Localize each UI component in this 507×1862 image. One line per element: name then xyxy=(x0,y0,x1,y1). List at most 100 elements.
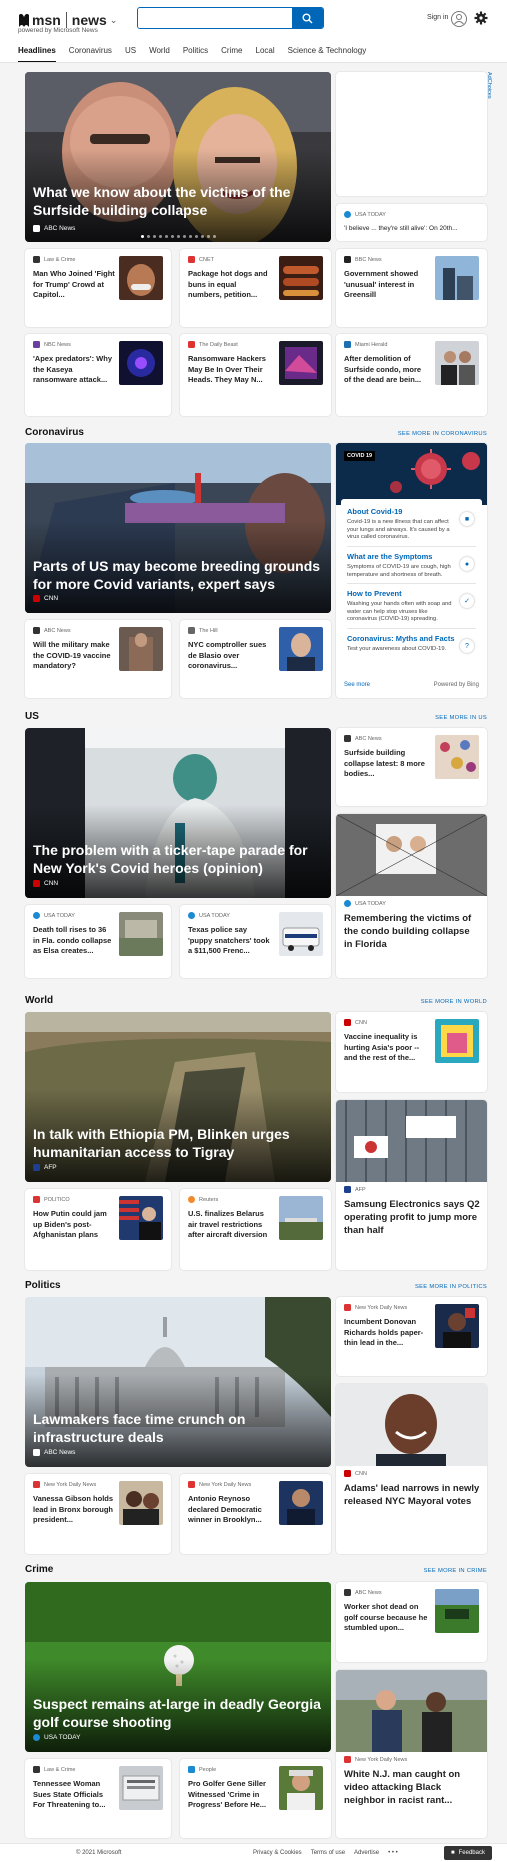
big-news-card[interactable]: USA TODAY Remembering the victims of the… xyxy=(336,814,487,978)
faq-title[interactable]: What are the Symptoms xyxy=(347,552,472,561)
card-title[interactable]: Ransomware Hackers May Be In Over Their … xyxy=(188,354,272,386)
see-more-us-link[interactable]: SEE MORE IN US xyxy=(435,715,487,721)
people-logo-icon xyxy=(188,1766,195,1773)
politics-hero[interactable]: Lawmakers face time crunch on infrastruc… xyxy=(25,1297,331,1467)
card-title[interactable]: How Putin could jam up Biden's post-Afgh… xyxy=(33,1209,115,1241)
card-title[interactable]: Vanessa Gibson holds lead in Bronx borou… xyxy=(33,1494,115,1526)
world-hero[interactable]: In talk with Ethiopia PM, Blinken urges … xyxy=(25,1012,331,1182)
news-card[interactable]: USA TODAY Texas police say 'puppy snatch… xyxy=(180,905,331,978)
search-input[interactable] xyxy=(138,8,291,28)
news-card[interactable]: New York Daily News Vanessa Gibson holds… xyxy=(25,1474,171,1554)
news-card[interactable]: New York Daily News Antonio Reynoso decl… xyxy=(180,1474,331,1554)
feedback-button[interactable]: ■ Feedback xyxy=(444,1846,492,1860)
news-card[interactable]: People Pro Golfer Gene Siller Witnessed … xyxy=(180,1759,331,1838)
hero-title[interactable]: What we know about the victims of the Su… xyxy=(33,184,321,219)
covid-faq-item[interactable]: Coronavirus: Myths and Facts Test your a… xyxy=(347,634,474,654)
terms-of-use-link[interactable]: Terms of use xyxy=(311,1850,345,1856)
news-card[interactable]: CNET Package hot dogs and buns in equal … xyxy=(180,249,331,327)
chevron-down-icon[interactable]: ⌄ xyxy=(110,15,118,26)
card-title[interactable]: Remembering the victims of the condo bui… xyxy=(344,912,480,951)
card-title[interactable]: After demolition of Surfside condo, more… xyxy=(344,354,428,386)
see-more-coronavirus-link[interactable]: SEE MORE IN CORONAVIRUS xyxy=(398,431,487,437)
news-card[interactable]: ABC News Surfside building collapse late… xyxy=(336,728,487,806)
news-card[interactable]: Miami Herald After demolition of Surfsid… xyxy=(336,334,487,416)
gear-icon[interactable] xyxy=(474,11,488,25)
card-title[interactable]: Vaccine inequality is hurting Asia's poo… xyxy=(344,1032,428,1064)
sign-in-link[interactable]: Sign in xyxy=(427,14,448,21)
card-title[interactable]: White N.J. man caught on video attacking… xyxy=(344,1768,480,1807)
faq-title[interactable]: How to Prevent xyxy=(347,589,472,598)
card-text[interactable]: 'I believe ... they're still alive': On … xyxy=(344,224,479,235)
card-title[interactable]: Incumbent Donovan Richards holds paper-t… xyxy=(344,1317,428,1349)
us-hero[interactable]: The problem with a ticker-tape parade fo… xyxy=(25,728,331,898)
covid-see-more-link[interactable]: See more xyxy=(344,682,370,688)
see-more-crime-link[interactable]: SEE MORE IN CRIME xyxy=(424,1568,487,1574)
news-card[interactable]: Law & Crime Man Who Joined 'Fight for Tr… xyxy=(25,249,171,327)
news-card[interactable]: ABC News Worker shot dead on golf course… xyxy=(336,1582,487,1662)
faq-title[interactable]: About Covid-19 xyxy=(347,507,472,516)
nav-world[interactable]: World xyxy=(149,44,170,62)
crime-hero[interactable]: Suspect remains at-large in deadly Georg… xyxy=(25,1582,331,1752)
see-more-politics-link[interactable]: SEE MORE IN POLITICS xyxy=(415,1284,487,1290)
faq-title[interactable]: Coronavirus: Myths and Facts xyxy=(347,634,472,643)
card-title[interactable]: Tennessee Woman Sues State Officials For… xyxy=(33,1779,115,1811)
hero-title[interactable]: Parts of US may become breeding grounds … xyxy=(33,558,321,593)
covid-faq-item[interactable]: How to Prevent Washing your hands often … xyxy=(347,589,474,624)
card-title[interactable]: Antonio Reynoso declared Democratic winn… xyxy=(188,1494,272,1526)
nav-local[interactable]: Local xyxy=(256,44,275,62)
hero-title[interactable]: In talk with Ethiopia PM, Blinken urges … xyxy=(33,1126,321,1161)
card-title[interactable]: Government showed 'unusual' interest in … xyxy=(344,269,428,301)
news-card[interactable]: NBC News 'Apex predators': Why the Kasey… xyxy=(25,334,171,416)
nav-science-technology[interactable]: Science & Technology xyxy=(288,44,367,62)
news-card[interactable]: ABC News Will the military make the COVI… xyxy=(25,620,171,698)
card-title[interactable]: U.S. finalizes Belarus air travel restri… xyxy=(188,1209,272,1241)
card-title[interactable]: Worker shot dead on golf course because … xyxy=(344,1602,428,1634)
side-card[interactable]: USA TODAY 'I believe ... they're still a… xyxy=(336,204,487,241)
carousel-dots[interactable] xyxy=(25,235,331,238)
copyright: © 2021 Microsoft xyxy=(76,1850,122,1856)
covid-faq-item[interactable]: About Covid-19 Covid-19 is a new illness… xyxy=(347,507,474,542)
nav-crime[interactable]: Crime xyxy=(221,44,242,62)
big-news-card[interactable]: AFP Samsung Electronics says Q2 operatin… xyxy=(336,1100,487,1270)
nav-us[interactable]: US xyxy=(125,44,136,62)
card-thumbnail xyxy=(119,627,163,671)
card-title[interactable]: Package hot dogs and buns in equal numbe… xyxy=(188,269,272,301)
avatar[interactable] xyxy=(451,11,467,27)
news-card[interactable]: CNN Vaccine inequality is hurting Asia's… xyxy=(336,1012,487,1092)
nav-politics[interactable]: Politics xyxy=(183,44,208,62)
see-more-world-link[interactable]: SEE MORE IN WORLD xyxy=(421,999,487,1005)
news-card[interactable]: New York Daily News Incumbent Donovan Ri… xyxy=(336,1297,487,1376)
news-card[interactable]: The Hill NYC comptroller sues de Blasio … xyxy=(180,620,331,698)
nav-coronavirus[interactable]: Coronavirus xyxy=(69,44,112,62)
card-title[interactable]: Man Who Joined 'Fight for Trump' Crowd a… xyxy=(33,269,115,301)
headline-hero[interactable]: What we know about the victims of the Su… xyxy=(25,72,331,242)
card-title[interactable]: Pro Golfer Gene Siller Witnessed 'Crime … xyxy=(188,1779,272,1811)
card-title[interactable]: 'Apex predators': Why the Kaseya ransomw… xyxy=(33,354,115,386)
big-news-card[interactable]: New York Daily News White N.J. man caugh… xyxy=(336,1670,487,1838)
hero-title[interactable]: Suspect remains at-large in deadly Georg… xyxy=(33,1696,321,1731)
advertise-link[interactable]: Advertise xyxy=(354,1850,379,1856)
card-title[interactable]: Texas police say 'puppy snatchers' took … xyxy=(188,925,272,957)
search-button[interactable] xyxy=(292,8,323,28)
coronavirus-hero[interactable]: Parts of US may become breeding grounds … xyxy=(25,443,331,613)
covid-faq-item[interactable]: What are the Symptoms Symptoms of COVID-… xyxy=(347,552,474,579)
card-title[interactable]: Adams' lead narrows in newly released NY… xyxy=(344,1482,480,1508)
abc-news-logo-icon xyxy=(33,627,40,634)
nav-headlines[interactable]: Headlines xyxy=(18,44,56,63)
hero-title[interactable]: The problem with a ticker-tape parade fo… xyxy=(33,842,321,877)
news-card[interactable]: BBC News Government showed 'unusual' int… xyxy=(336,249,487,327)
more-options-icon[interactable]: • • • xyxy=(388,1850,398,1856)
big-news-card[interactable]: CNN Adams' lead narrows in newly release… xyxy=(336,1384,487,1554)
news-card[interactable]: The Daily Beast Ransomware Hackers May B… xyxy=(180,334,331,416)
card-title[interactable]: Death toll rises to 36 in Fla. condo col… xyxy=(33,925,115,957)
card-title[interactable]: Samsung Electronics says Q2 operating pr… xyxy=(344,1198,480,1237)
news-card[interactable]: Law & Crime Tennessee Woman Sues State O… xyxy=(25,1759,171,1838)
card-title[interactable]: Surfside building collapse latest: 8 mor… xyxy=(344,748,428,780)
news-card[interactable]: USA TODAY Death toll rises to 36 in Fla.… xyxy=(25,905,171,978)
news-card[interactable]: Reuters U.S. finalizes Belarus air trave… xyxy=(180,1189,331,1270)
news-card[interactable]: POLITICO How Putin could jam up Biden's … xyxy=(25,1189,171,1270)
card-title[interactable]: NYC comptroller sues de Blasio over coro… xyxy=(188,640,272,672)
card-title[interactable]: Will the military make the COVID-19 vacc… xyxy=(33,640,115,672)
privacy-cookies-link[interactable]: Privacy & Cookies xyxy=(253,1850,302,1856)
hero-title[interactable]: Lawmakers face time crunch on infrastruc… xyxy=(33,1411,321,1446)
